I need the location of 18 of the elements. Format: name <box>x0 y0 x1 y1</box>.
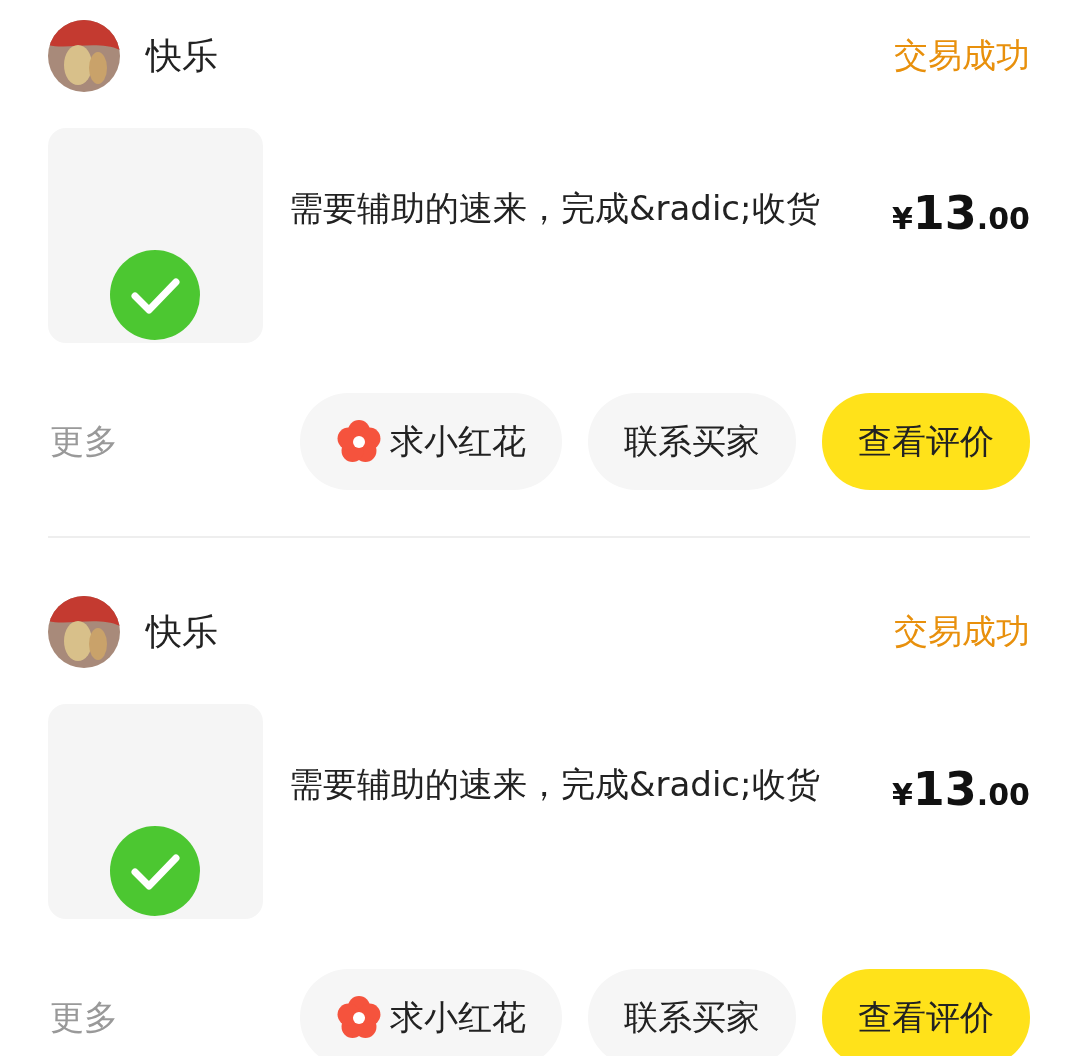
flower-icon <box>336 418 382 465</box>
check-icon <box>110 826 200 916</box>
price: ¥13.00 <box>891 186 1030 242</box>
action-button[interactable]: 求小红花 <box>300 393 562 490</box>
action-button[interactable]: 查看评价 <box>822 969 1030 1056</box>
order-status: 交易成功 <box>894 34 1030 77</box>
product-title: 需要辅助的速来，完成&radic;收货 <box>289 187 821 230</box>
price: ¥13.00 <box>891 762 1030 818</box>
action-button[interactable]: 联系买家 <box>588 393 796 490</box>
check-icon <box>110 250 200 340</box>
buyer-name: 快乐 <box>146 33 219 78</box>
buyer-name: 快乐 <box>146 609 219 654</box>
order-status: 交易成功 <box>894 610 1030 653</box>
product-title: 需要辅助的速来，完成&radic;收货 <box>289 763 821 806</box>
action-button[interactable]: 求小红花 <box>300 969 562 1056</box>
action-button[interactable]: 联系买家 <box>588 969 796 1056</box>
flower-icon <box>336 994 382 1041</box>
action-button[interactable]: 查看评价 <box>822 393 1030 490</box>
